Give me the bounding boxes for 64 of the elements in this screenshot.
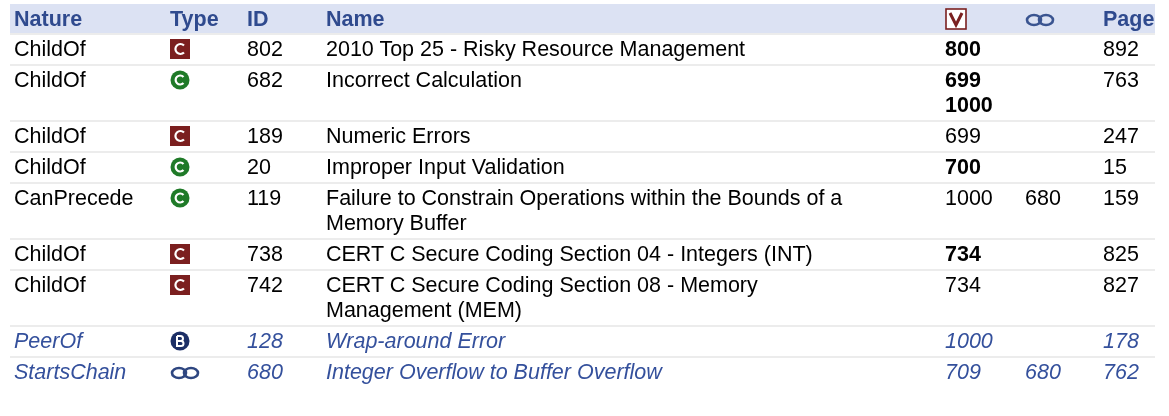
id-text: 682 [247,68,283,93]
id-text: 119 [247,186,282,211]
category-icon [170,39,190,59]
id-text: 189 [247,124,283,149]
nature-text: ChildOf [14,124,86,149]
view-id-text: 1000 [945,93,993,118]
category-icon [170,126,190,146]
view-id-text: 734 [945,242,981,267]
category-icon [170,275,190,295]
view-id-text: 1000 [945,186,993,211]
id-text: 680 [247,360,283,385]
nature-text: ChildOf [14,68,86,93]
name-text: Wrap-around Error [326,329,506,354]
column-header: Name [326,7,385,32]
view-id-text: 1000 [945,329,993,354]
view-id-text: 800 [945,37,981,62]
nature-text: ChildOf [14,273,86,298]
nature-text: CanPrecede [14,186,134,211]
page-text: 159 [1103,186,1139,211]
page-text: 825 [1103,242,1139,267]
page-text: 762 [1103,360,1139,385]
nature-text: PeerOf [14,329,83,354]
nature-text: ChildOf [14,37,86,62]
nature-text: ChildOf [14,242,86,267]
id-text: 742 [247,273,283,298]
id-text: 20 [247,155,271,180]
view-id-text: 734 [945,273,981,298]
page-text: 763 [1103,68,1139,93]
chain-icon [170,366,200,380]
name-text: Numeric Errors [326,124,471,149]
page-text: 178 [1103,329,1139,354]
nature-text: ChildOf [14,155,86,180]
view-id-text: 709 [945,360,981,385]
page-text: 15 [1103,155,1127,180]
weakness-icon [170,157,190,177]
category-icon [170,244,190,264]
nature-text: StartsChain [14,360,127,385]
base-icon [170,331,190,351]
name-text: 2010 Top 25 - Risky Resource Management [326,37,746,62]
page-text: 827 [1103,273,1139,298]
view-id-text: 699 [945,124,981,149]
column-header: ID [247,7,269,32]
name-text: Integer Overflow to Buffer Overflow [326,360,662,385]
id-text: 738 [247,242,283,267]
page-text: 892 [1103,37,1139,62]
weakness-icon [170,70,190,90]
chain-id-text: 680 [1025,360,1061,385]
name-text: Improper Input Validation [326,155,565,180]
page-text: 247 [1103,124,1139,149]
id-text: 128 [247,329,283,354]
column-header: Type [170,7,219,32]
name-text: Incorrect Calculation [326,68,522,93]
name-text: CERT C Secure Coding Section 04 - Integers (INT) [326,242,813,267]
view-icon [945,8,967,30]
view-id-text: 700 [945,155,981,180]
chain-id-text: 680 [1025,186,1061,211]
id-text: 802 [247,37,283,62]
chain-icon [1025,13,1055,27]
column-header: Nature [14,7,83,32]
weakness-icon [170,188,190,208]
view-id-text: 699 [945,68,981,93]
name-text: CERT C Secure Coding Section 08 - Memory Management (MEM) [326,273,759,323]
name-text: Failure to Constrain Operations within the Bounds of a Memory Buffer [326,186,844,236]
column-header: Page [1103,7,1155,32]
